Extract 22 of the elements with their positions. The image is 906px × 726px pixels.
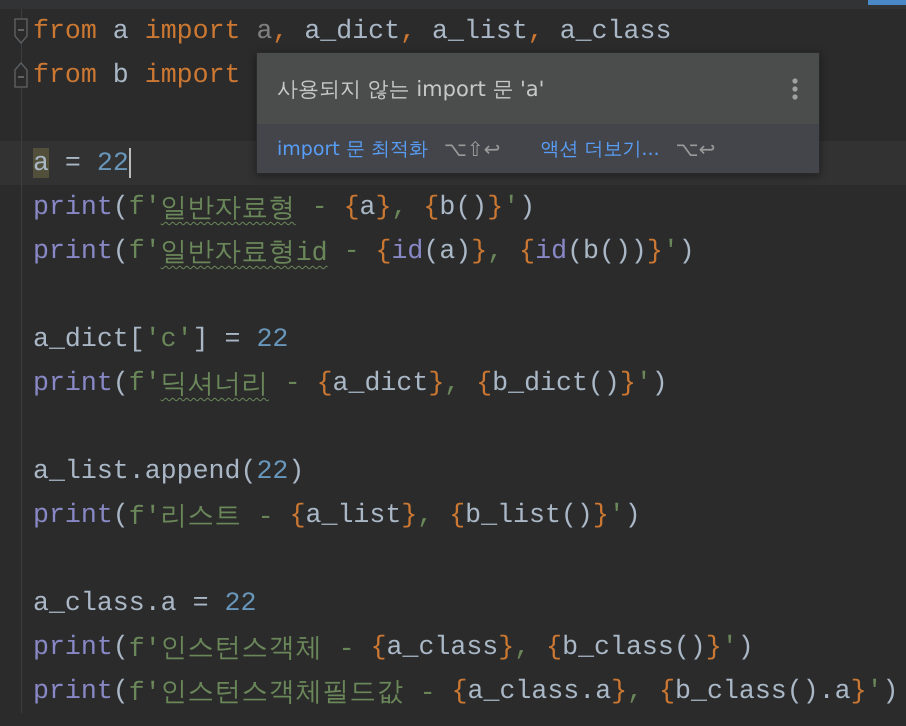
code-line: print(f'리스트 - {a_list}, {b_list()}')	[32, 499, 641, 533]
code-line: a_dict['c'] = 22	[32, 324, 288, 354]
code-line: print(f'인스턴스객체 - {a_class}, {b_class()}')	[32, 631, 754, 665]
code-line: a = 22	[32, 148, 129, 178]
code-line: print(f'딕셔너리 - {a_dict}, {b_dict()}')	[32, 367, 668, 401]
shortcut-hint: ⌥↩	[676, 136, 716, 160]
fold-icon[interactable]	[14, 62, 28, 88]
code-line: from b import	[32, 60, 240, 90]
code-line: print(f'일반자료형 - {a}, {b()}')	[32, 191, 536, 225]
action-link[interactable]: import 문 최적화	[277, 136, 428, 162]
code-line: a_list.append(22)	[32, 456, 304, 486]
more-icon[interactable]	[791, 76, 799, 100]
code-line: print(f'인스턴스객체필드값 - {a_class.a}, {b_class().a}')	[32, 675, 898, 709]
fold-icon[interactable]	[14, 18, 28, 44]
text-cursor	[128, 148, 131, 178]
shortcut-hint: ⌥⇧↩	[444, 136, 500, 160]
scrollbar-marker	[868, 0, 906, 5]
code-line: a_class.a = 22	[32, 588, 256, 618]
warning-message: 사용되지 않는 import 문 'a'	[277, 76, 544, 102]
action-link[interactable]: 액션 더보기...	[540, 136, 660, 162]
code-line: print(f'일반자료형id - {id(a)}, {id(b())}')	[32, 235, 695, 269]
code-line: from a import a, a_dict, a_list, a_class	[32, 16, 672, 46]
